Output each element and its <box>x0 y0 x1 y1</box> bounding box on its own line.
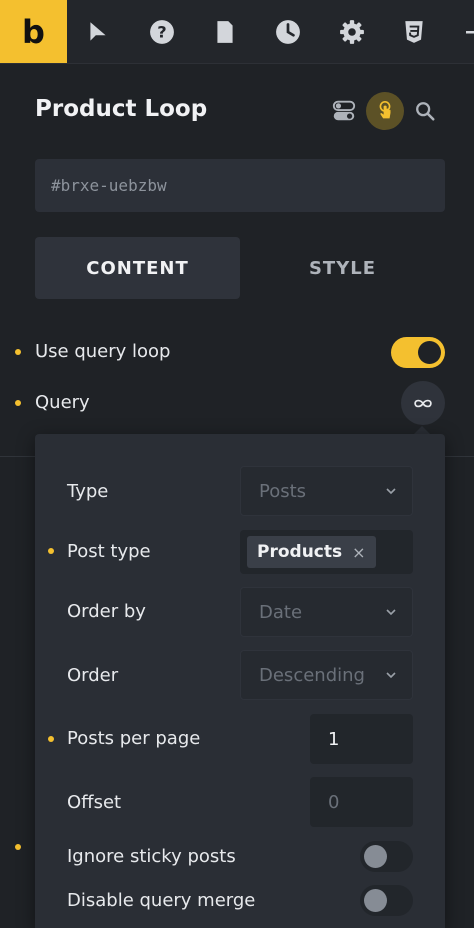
ignore-sticky-label: Ignore sticky posts <box>67 846 236 867</box>
offset-input[interactable]: 0 <box>310 777 413 827</box>
changed-indicator-dot <box>48 736 54 742</box>
page-icon[interactable] <box>211 18 239 46</box>
changed-indicator-dot <box>15 349 21 355</box>
post-type-chip: Products × <box>247 536 376 568</box>
toggle-knob <box>364 845 387 868</box>
order-by-select[interactable]: Date <box>240 587 413 637</box>
svg-text:?: ? <box>157 22 166 41</box>
use-query-loop-toggle[interactable] <box>391 337 445 368</box>
help-icon[interactable]: ? <box>148 18 176 46</box>
order-select[interactable]: Descending <box>240 650 413 700</box>
order-value: Descending <box>259 664 365 686</box>
chevron-down-icon <box>386 609 396 616</box>
search-icon[interactable] <box>413 99 437 123</box>
panel-title: Product Loop <box>35 96 208 122</box>
tab-style[interactable]: STYLE <box>240 237 445 299</box>
brand-logo[interactable]: b <box>0 0 67 63</box>
toggle-knob <box>364 889 387 912</box>
chip-remove-icon[interactable]: × <box>352 543 365 562</box>
order-label: Order <box>67 665 119 686</box>
element-id-field[interactable]: #brxe-uebzbw <box>35 159 445 212</box>
chevron-down-icon <box>386 488 396 495</box>
order-by-value: Date <box>259 601 303 623</box>
conditions-toggle-icon[interactable] <box>330 97 358 125</box>
history-icon[interactable] <box>274 18 302 46</box>
chip-label: Products <box>257 542 343 562</box>
top-toolbar: b ? <box>0 0 474 64</box>
cursor-icon[interactable] <box>84 18 112 46</box>
post-type-label: Post type <box>67 541 151 562</box>
disable-query-merge-toggle[interactable] <box>360 885 413 916</box>
type-select[interactable]: Posts <box>240 466 413 516</box>
order-by-label: Order by <box>67 601 146 622</box>
changed-indicator-dot <box>15 844 21 850</box>
offset-label: Offset <box>67 792 122 813</box>
disable-query-merge-label: Disable query merge <box>67 890 256 911</box>
infinity-icon <box>414 399 432 407</box>
use-query-loop-label: Use query loop <box>35 341 171 362</box>
query-label: Query <box>35 392 90 413</box>
css3-icon[interactable] <box>400 18 428 46</box>
tab-content[interactable]: CONTENT <box>35 237 240 299</box>
posts-per-page-input[interactable]: 1 <box>310 714 413 764</box>
changed-indicator-dot <box>48 548 54 554</box>
interactions-icon[interactable] <box>366 92 404 130</box>
query-edit-button[interactable] <box>401 381 445 425</box>
type-label: Type <box>67 481 109 502</box>
query-popup: Type Posts Post type Products × Order by… <box>35 434 445 928</box>
chevron-down-icon <box>386 672 396 679</box>
changed-indicator-dot <box>15 400 21 406</box>
more-icon[interactable] <box>462 18 474 46</box>
toggle-knob <box>418 341 441 364</box>
posts-per-page-label: Posts per page <box>67 728 201 749</box>
ignore-sticky-toggle[interactable] <box>360 841 413 872</box>
type-select-value: Posts <box>259 480 307 502</box>
post-type-select[interactable]: Products × <box>240 530 413 574</box>
settings-icon[interactable] <box>338 18 366 46</box>
